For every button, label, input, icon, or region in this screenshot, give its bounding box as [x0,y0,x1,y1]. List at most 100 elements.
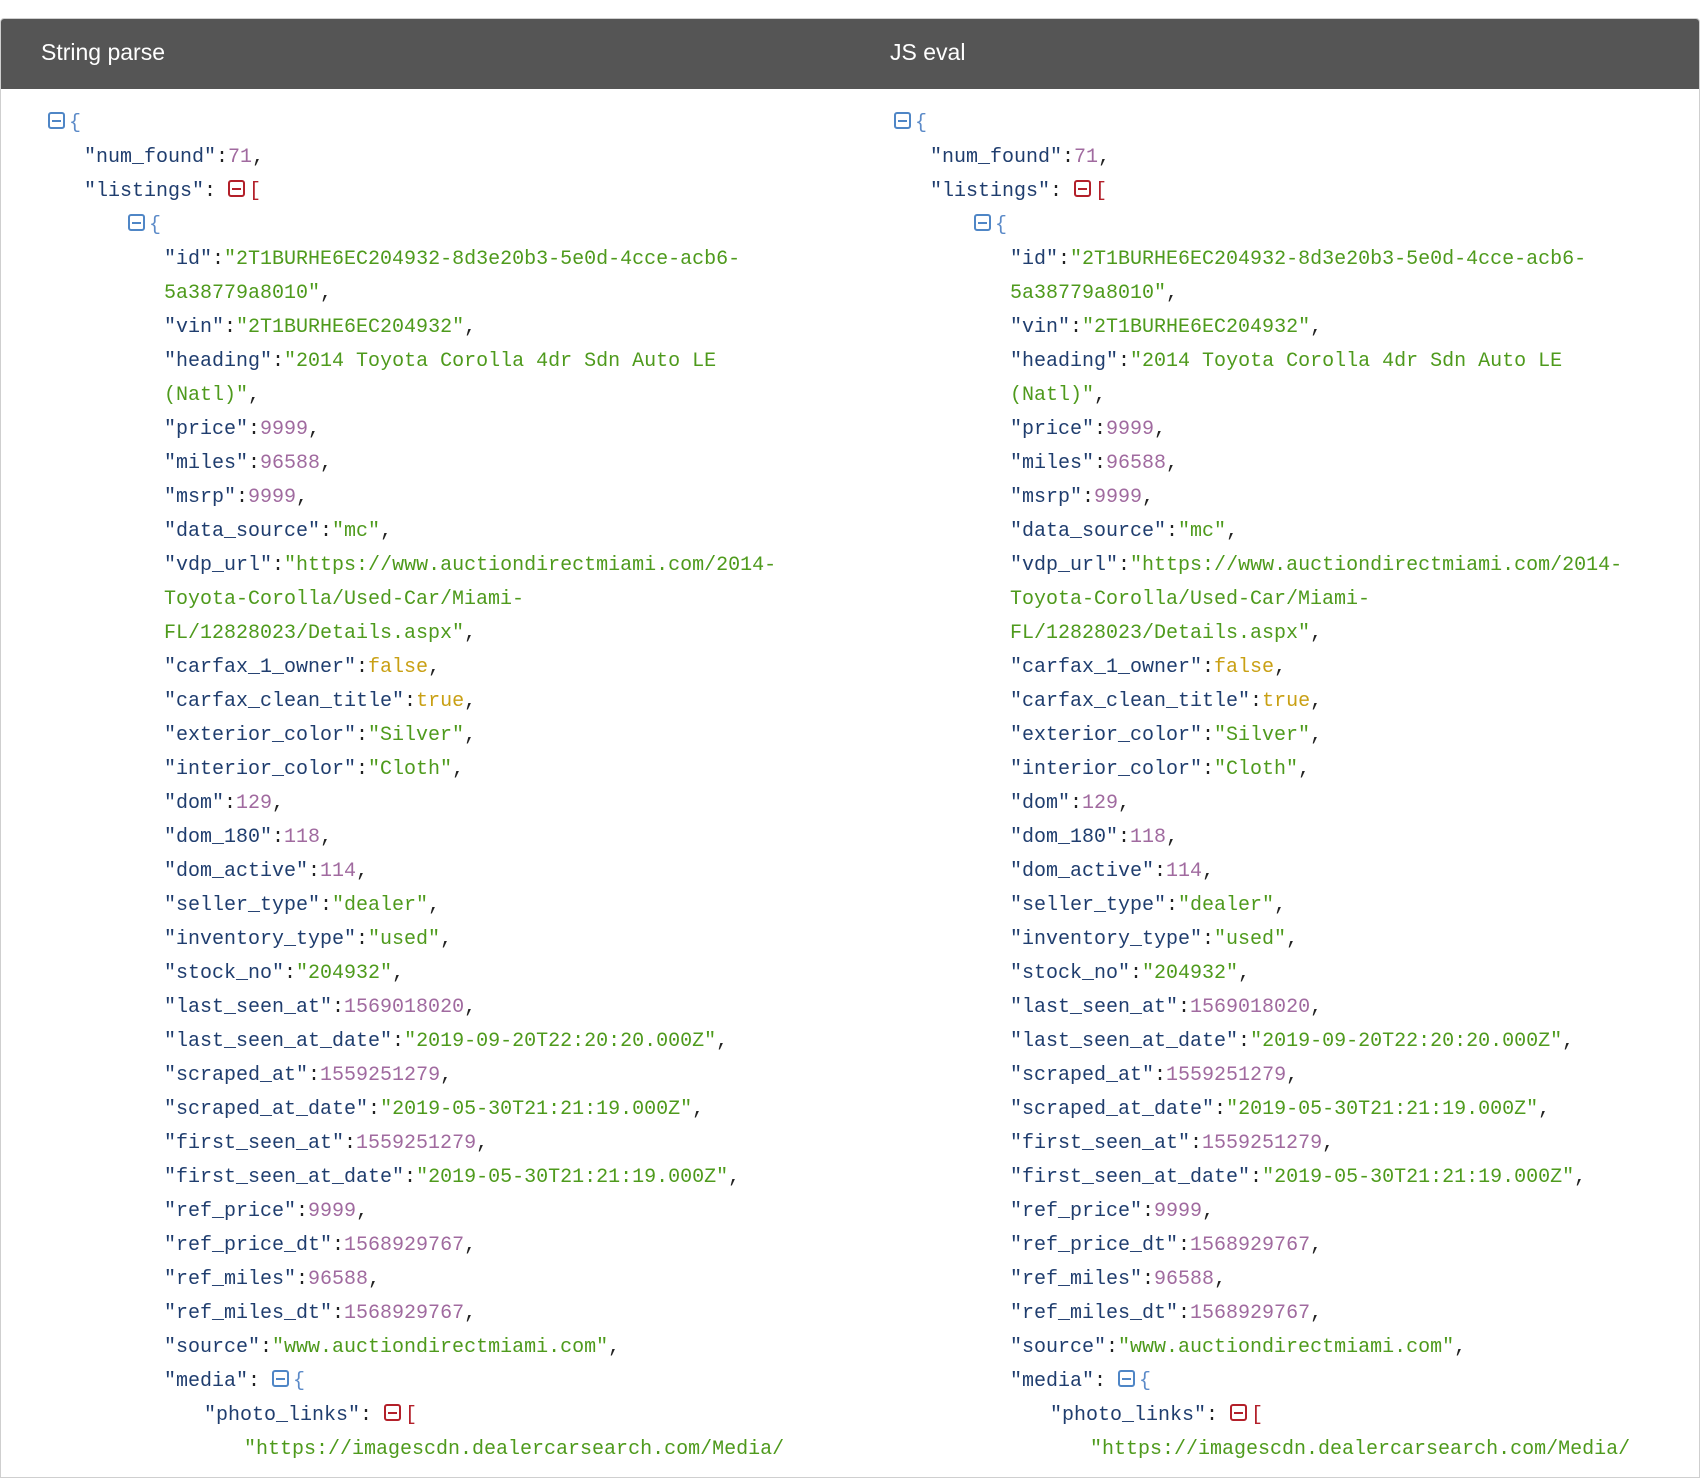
json-line: "stock_no":"204932", [164,962,405,985]
json-line: "first_seen_at":1559251279, [1010,1132,1335,1155]
json-value: "2019-05-30T21:21:19.000Z" [416,1166,729,1189]
json-key: "carfax_1_owner" [164,656,357,679]
json-value: 1569018020 [1190,996,1311,1019]
json-value: 118 [1130,826,1167,849]
json-key: "first_seen_at" [1010,1132,1191,1155]
json-value: "Silver" [368,724,465,747]
collapse-toggle-icon[interactable] [974,214,991,232]
json-key: "first_seen_at" [164,1132,345,1155]
json-line: "vin":"2T1BURHE6EC204932", [164,316,477,339]
json-line: "last_seen_at_date":"2019-09-20T22:20:20… [164,1030,729,1053]
json-value: "dealer" [1178,894,1275,917]
json-key: "vdp_url" [164,554,273,577]
collapse-toggle-icon[interactable] [894,112,911,130]
json-key: "photo_links" [1050,1404,1207,1427]
json-key: "id" [164,248,213,271]
json-line: "msrp":9999, [1010,486,1155,509]
json-line: "vin":"2T1BURHE6EC204932", [1010,316,1323,339]
json-value: 1559251279 [320,1064,441,1087]
json-key: "inventory_type" [164,928,357,951]
json-key: "dom" [1010,792,1071,815]
json-line: "last_seen_at":1569018020, [1010,996,1323,1019]
json-key: "ref_miles_dt" [164,1302,333,1325]
json-line: "ref_miles":96588, [164,1268,381,1291]
json-value: 1568929767 [344,1302,465,1325]
json-line: "listings": [ [84,180,262,203]
collapse-toggle-icon[interactable] [228,180,246,198]
json-value: 96588 [1154,1268,1215,1291]
open-bracket: [ [249,180,262,203]
json-value: "2019-05-30T21:21:19.000Z" [380,1098,693,1121]
collapse-toggle-icon[interactable] [48,112,65,130]
json-line: "carfax_1_owner":false, [1010,656,1287,679]
root-object-line: { [48,107,828,141]
open-bracket: [ [1095,180,1108,203]
json-line: "source":"www.auctiondirectmiami.com", [164,1336,621,1359]
json-key: "ref_price" [1010,1200,1143,1223]
json-line: "interior_color":"Cloth", [164,758,465,781]
open-brace: { [915,112,928,135]
json-key: "miles" [1010,452,1095,475]
json-value: "204932" [1142,962,1239,985]
json-value: true [416,690,465,713]
collapse-toggle-icon[interactable] [1230,1404,1248,1422]
json-value: "2T1BURHE6EC204932" [1082,316,1311,339]
json-line: "dom_active":114, [1010,860,1215,883]
json-line: "interior_color":"Cloth", [1010,758,1311,781]
json-value: 71 [1074,146,1099,169]
json-key: "ref_miles_dt" [1010,1302,1179,1325]
json-line: "dom_180":118, [1010,826,1179,849]
json-value: "2014 Toyota Corolla 4dr Sdn Auto LE [1130,350,1563,373]
json-value: "mc" [332,520,381,543]
json-value: "204932" [296,962,393,985]
json-line: "carfax_clean_title":true, [1010,690,1323,713]
json-value: "used" [368,928,441,951]
collapse-toggle-icon[interactable] [1074,180,1092,198]
json-value: 1568929767 [1190,1302,1311,1325]
json-key: "heading" [1010,350,1119,373]
json-line: "source":"www.auctiondirectmiami.com", [1010,1336,1467,1359]
json-value: false [368,656,429,679]
json-key: "dom_180" [164,826,273,849]
json-key: "first_seen_at_date" [164,1166,405,1189]
json-key: "source" [164,1336,261,1359]
json-key: "interior_color" [164,758,357,781]
json-value: false [1214,656,1275,679]
json-value: 9999 [260,418,309,441]
root-object-line: { [894,107,1674,141]
collapse-toggle-icon[interactable] [272,1370,290,1388]
json-line: { [894,209,1674,243]
json-key: "num_found" [930,146,1063,169]
json-key: "scraped_at_date" [164,1098,369,1121]
json-line: "data_source":"mc", [164,520,393,543]
json-line: "first_seen_at":1559251279, [164,1132,489,1155]
json-key: "id" [1010,248,1059,271]
json-line: "ref_price":9999, [164,1200,369,1223]
collapse-toggle-icon[interactable] [1118,1370,1136,1388]
js-eval-pane: { "num_found":71, "listings": [ { "id":"… [894,107,1674,1477]
json-value: "2T1BURHE6EC204932-8d3e20b3-5e0d-4cce-ac… [224,248,741,271]
json-line: "dom":129, [164,792,285,815]
json-value: "2T1BURHE6EC204932-8d3e20b3-5e0d-4cce-ac… [1070,248,1587,271]
open-brace: { [149,214,162,237]
collapse-toggle-icon[interactable] [384,1404,402,1422]
json-line: "first_seen_at_date":"2019-05-30T21:21:1… [1010,1166,1587,1189]
json-value: "mc" [1178,520,1227,543]
json-key: "ref_miles" [1010,1268,1143,1291]
json-value: "Cloth" [368,758,453,781]
json-key: "data_source" [1010,520,1167,543]
json-value: "Silver" [1214,724,1311,747]
json-value: 114 [320,860,357,883]
json-key: "vdp_url" [1010,554,1119,577]
json-line: "ref_price":9999, [1010,1200,1215,1223]
json-key: "listings" [930,180,1051,203]
collapse-toggle-icon[interactable] [128,214,145,232]
json-value: "2019-09-20T22:20:20.000Z" [404,1030,717,1053]
json-value: "dealer" [332,894,429,917]
open-brace: { [293,1370,306,1393]
json-line: "last_seen_at":1569018020, [164,996,477,1019]
json-line: "ref_price_dt":1568929767, [1010,1234,1323,1257]
json-value: "used" [1214,928,1287,951]
json-line: "scraped_at":1559251279, [1010,1064,1299,1087]
json-line: Toyota-Corolla/Used-Car/Miami- [48,583,828,617]
